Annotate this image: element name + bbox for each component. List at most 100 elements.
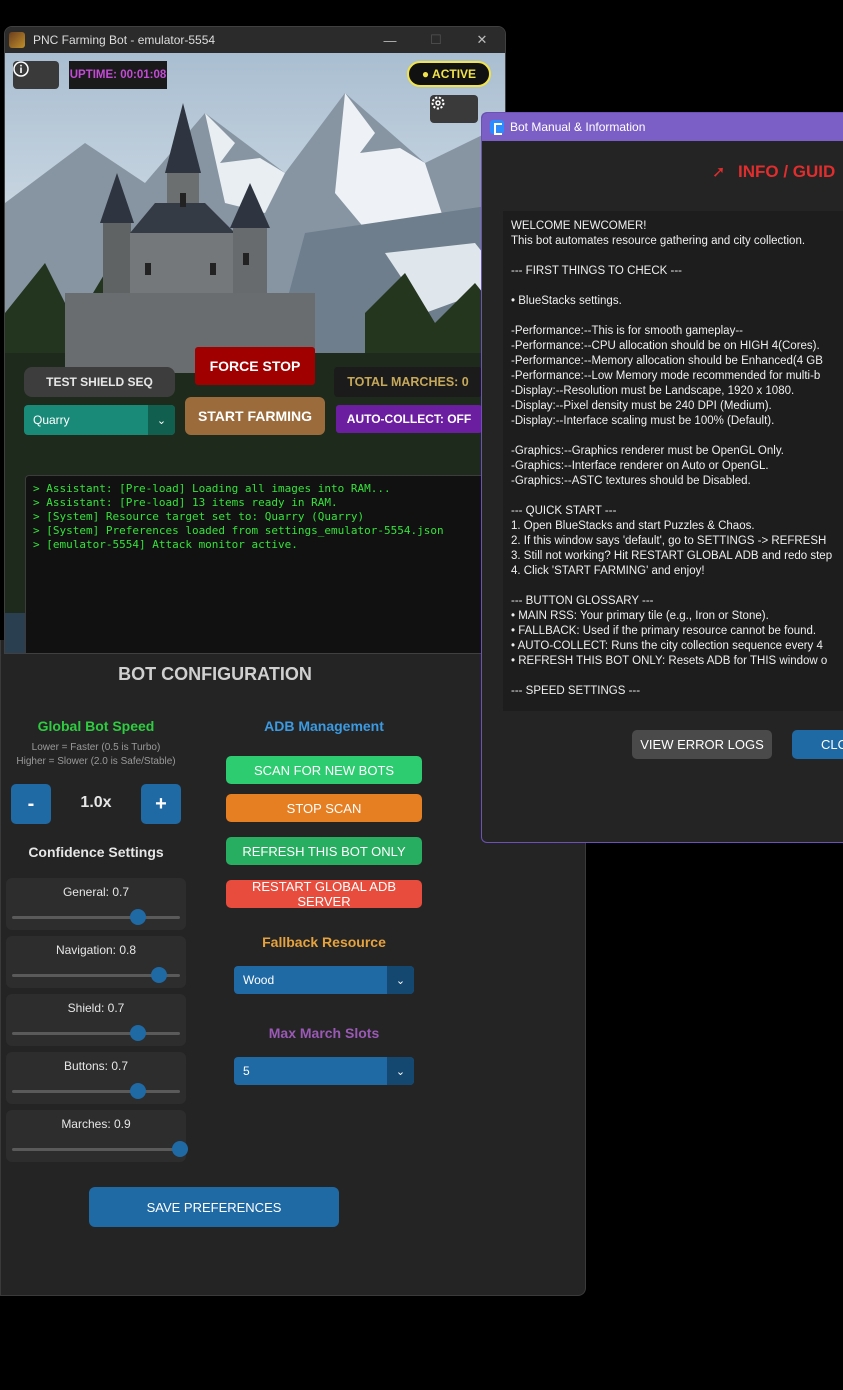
total-marches-label: TOTAL MARCHES: 0 bbox=[334, 367, 482, 397]
max-march-value: 5 bbox=[243, 1064, 250, 1078]
app-icon bbox=[490, 120, 504, 135]
manual-line bbox=[511, 279, 836, 294]
log-line: > [System] Resource target set to: Quarr… bbox=[33, 510, 365, 523]
slider-label: General: 0.7 bbox=[62, 885, 130, 899]
stop-scan-button[interactable]: STOP SCAN bbox=[226, 794, 422, 822]
manual-line: 3. Still not working? Hit RESTART GLOBAL… bbox=[511, 550, 833, 562]
guide-header: ➚ INFO / GUID bbox=[482, 142, 843, 212]
active-status-badge: ● ACTIVE bbox=[407, 61, 491, 87]
manual-title: Bot Manual & Information bbox=[510, 120, 646, 134]
manual-line: WELCOME NEWCOMER! bbox=[511, 220, 647, 232]
window-title: PNC Farming Bot - emulator-5554 bbox=[33, 33, 216, 47]
speed-value: 1.0x bbox=[80, 794, 112, 811]
rocket-icon: ➚ bbox=[712, 164, 726, 181]
max-march-heading: Max March Slots bbox=[268, 1025, 380, 1041]
slider-track[interactable] bbox=[12, 1032, 180, 1035]
manual-window: Bot Manual & Information ➚ INFO / GUID W… bbox=[481, 112, 843, 843]
resource-target-value: Quarry bbox=[33, 413, 70, 427]
app-icon bbox=[9, 32, 25, 48]
log-console: > Assistant: [Pre-load] Loading all imag… bbox=[25, 475, 487, 653]
speed-increase-button[interactable]: + bbox=[141, 784, 181, 824]
manual-line bbox=[511, 489, 836, 504]
refresh-this-bot-button[interactable]: REFRESH THIS BOT ONLY bbox=[226, 837, 422, 865]
slider-track[interactable] bbox=[12, 916, 180, 919]
max-march-select[interactable]: 5 ⌄ bbox=[234, 1057, 414, 1085]
info-button[interactable] bbox=[13, 61, 59, 89]
manual-line: • AUTO-COLLECT: Runs the city collection… bbox=[511, 640, 823, 652]
log-line: > Assistant: [Pre-load] Loading all imag… bbox=[33, 482, 391, 495]
settings-button[interactable] bbox=[430, 95, 478, 123]
manual-title-bar: Bot Manual & Information bbox=[482, 113, 843, 141]
manual-line: 2. If this window says 'default', go to … bbox=[511, 535, 827, 547]
slider-label: Marches: 0.9 bbox=[61, 1117, 131, 1131]
log-line: > Assistant: [Pre-load] 13 items ready i… bbox=[33, 496, 338, 509]
manual-line bbox=[511, 579, 836, 594]
log-line: > [System] Preferences loaded from setti… bbox=[33, 524, 444, 537]
confidence-slider-card: Buttons: 0.7 bbox=[6, 1052, 186, 1104]
save-preferences-button[interactable]: SAVE PREFERENCES bbox=[89, 1187, 339, 1227]
manual-line bbox=[511, 249, 836, 264]
gear-icon bbox=[431, 96, 445, 110]
uptime-label: UPTIME: 00:01:08 bbox=[69, 61, 167, 89]
manual-line: • BlueStacks settings. bbox=[511, 295, 622, 307]
slider-handle[interactable] bbox=[130, 909, 146, 925]
auto-collect-toggle[interactable]: AUTO-COLLECT: OFF bbox=[336, 405, 482, 433]
minimize-button[interactable]: — bbox=[367, 27, 413, 53]
confidence-slider-card: Navigation: 0.8 bbox=[6, 936, 186, 988]
slider-handle[interactable] bbox=[130, 1025, 146, 1041]
slider-label: Navigation: 0.8 bbox=[55, 943, 137, 957]
maximize-button[interactable]: ☐ bbox=[413, 27, 459, 53]
manual-line: --- BUTTON GLOSSARY --- bbox=[511, 595, 654, 607]
castle-background: UPTIME: 00:01:08 ● ACTIVE FORCE STOP TES… bbox=[5, 53, 505, 653]
restart-adb-button[interactable]: RESTART GLOBAL ADB SERVER bbox=[226, 879, 422, 909]
manual-line bbox=[511, 429, 836, 444]
speed-hint-2: Higher = Slower (2.0 is Safe/Stable) bbox=[16, 756, 176, 767]
speed-hint-1: Lower = Faster (0.5 is Turbo) bbox=[31, 742, 161, 753]
confidence-heading: Confidence Settings bbox=[28, 844, 164, 860]
slider-handle[interactable] bbox=[151, 967, 167, 983]
scan-for-new-bots-button[interactable]: SCAN FOR NEW BOTS bbox=[226, 756, 422, 784]
view-error-logs-button[interactable]: VIEW ERROR LOGS bbox=[632, 730, 772, 759]
adb-heading: ADB Management bbox=[264, 718, 384, 734]
test-shield-button[interactable]: TEST SHIELD SEQ bbox=[24, 367, 175, 397]
slider-label: Buttons: 0.7 bbox=[63, 1059, 129, 1073]
manual-line: -Graphics:--Interface renderer on Auto o… bbox=[511, 460, 769, 472]
manual-line: --- SPEED SETTINGS --- bbox=[511, 685, 641, 697]
slider-track[interactable] bbox=[12, 1090, 180, 1093]
fallback-heading: Fallback Resource bbox=[262, 934, 386, 950]
manual-line: -Performance:--Memory allocation should … bbox=[511, 355, 823, 367]
confidence-slider-card: Marches: 0.9 bbox=[6, 1110, 188, 1162]
manual-line: -Graphics:--Graphics renderer must be Op… bbox=[511, 445, 784, 457]
manual-line: -Performance:--Low Memory mode recommend… bbox=[511, 370, 821, 382]
config-title: BOT CONFIGURATION bbox=[118, 664, 312, 684]
slider-handle[interactable] bbox=[130, 1083, 146, 1099]
speed-decrease-button[interactable]: - bbox=[11, 784, 51, 824]
close-button[interactable]: ✕ bbox=[459, 27, 505, 53]
slider-label: Shield: 0.7 bbox=[67, 1001, 125, 1015]
chevron-down-icon: ⌄ bbox=[387, 966, 414, 994]
confidence-slider-card: Shield: 0.7 bbox=[6, 994, 186, 1046]
manual-line: • MAIN RSS: Your primary tile (e.g., Iro… bbox=[511, 610, 769, 622]
manual-line bbox=[511, 309, 836, 324]
log-line: > [emulator-5554] Attack monitor active. bbox=[33, 538, 298, 551]
close-manual-button[interactable]: CLO bbox=[792, 730, 843, 759]
slider-track[interactable] bbox=[12, 1148, 180, 1151]
manual-line: -Display:--Pixel density must be 240 DPI… bbox=[511, 400, 772, 412]
title-bar: PNC Farming Bot - emulator-5554 — ☐ ✕ bbox=[5, 27, 505, 53]
chevron-down-icon: ⌄ bbox=[148, 405, 175, 435]
manual-line bbox=[511, 669, 836, 684]
manual-textbox[interactable]: WELCOME NEWCOMER! This bot automates reso… bbox=[503, 211, 843, 711]
start-farming-button[interactable]: START FARMING bbox=[185, 397, 325, 435]
guide-heading: INFO / GUID bbox=[738, 162, 836, 181]
resource-target-select[interactable]: Quarry ⌄ bbox=[24, 405, 175, 435]
chevron-down-icon: ⌄ bbox=[387, 1057, 414, 1085]
manual-line: -Performance:--This is for smooth gamepl… bbox=[511, 325, 743, 337]
slider-handle[interactable] bbox=[172, 1141, 188, 1157]
manual-line: • FALLBACK: Used if the primary resource… bbox=[511, 625, 817, 637]
manual-line: --- FIRST THINGS TO CHECK --- bbox=[511, 265, 683, 277]
force-stop-button[interactable]: FORCE STOP bbox=[195, 347, 315, 385]
manual-line: This bot automates resource gathering an… bbox=[511, 235, 806, 247]
bot-window: PNC Farming Bot - emulator-5554 — ☐ ✕ UP… bbox=[4, 26, 506, 654]
fallback-resource-select[interactable]: Wood ⌄ bbox=[234, 966, 414, 994]
manual-line: --- QUICK START --- bbox=[511, 505, 617, 517]
